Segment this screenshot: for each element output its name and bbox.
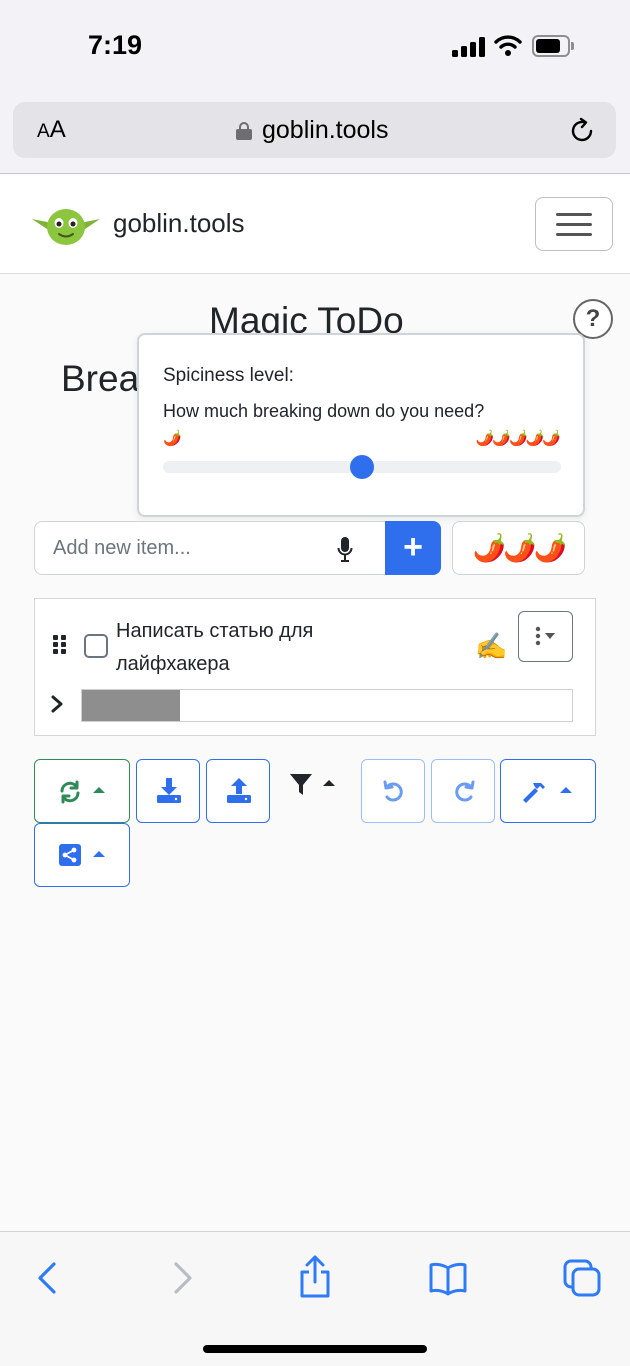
- spiciness-slider-thumb[interactable]: [350, 455, 374, 479]
- sync-icon: [60, 780, 80, 804]
- reload-icon[interactable]: [567, 116, 597, 146]
- page-subtitle: Brea: [61, 358, 140, 399]
- home-indicator: [203, 1345, 427, 1353]
- task-checkbox[interactable]: [84, 634, 108, 658]
- task-progress: [81, 689, 573, 722]
- tabs-icon[interactable]: [562, 1258, 602, 1298]
- text-size-button[interactable]: AA: [37, 116, 66, 144]
- cellular-signal-icon: [452, 37, 486, 57]
- forward-icon[interactable]: [162, 1258, 202, 1298]
- spiciness-min-label: 🌶️: [163, 430, 182, 447]
- share-sheet-icon[interactable]: [295, 1254, 335, 1300]
- status-time: 7:19: [88, 30, 143, 60]
- undo-button[interactable]: [361, 759, 425, 823]
- share-icon: [59, 844, 81, 866]
- task-text[interactable]: Написать статью для лайфхакера: [116, 615, 416, 681]
- expand-chevron-icon[interactable]: [49, 695, 65, 713]
- microphone-icon[interactable]: [337, 537, 353, 563]
- caret-up-icon: [93, 851, 105, 857]
- back-icon[interactable]: [28, 1258, 68, 1298]
- filter-dropdown-button[interactable]: [287, 771, 339, 801]
- popover-description: How much breaking down do you need?: [163, 401, 485, 421]
- undo-icon: [383, 780, 403, 802]
- lock-icon: [236, 122, 252, 140]
- upload-icon: [227, 778, 251, 803]
- address-domain[interactable]: goblin.tools: [262, 116, 388, 145]
- site-navbar: goblin.tools: [0, 175, 630, 274]
- spiciness-max-label: 🌶️🌶️🌶️🌶️🌶️: [475, 430, 561, 447]
- browser-bottom-toolbar: [0, 1231, 630, 1366]
- battery-icon: [532, 35, 574, 57]
- caret-up-icon: [560, 787, 572, 793]
- status-bar: 7:19: [0, 0, 630, 96]
- sync-dropdown-button[interactable]: [34, 759, 130, 823]
- task-emoji: ✍️: [475, 631, 508, 661]
- popover-title: Spiciness level:: [163, 365, 294, 386]
- address-bar[interactable]: AA goblin.tools: [13, 102, 616, 158]
- spiciness-popover: Spiciness level: How much breaking down …: [137, 333, 585, 517]
- caret-up-icon: [323, 780, 335, 786]
- upload-button[interactable]: [206, 759, 270, 823]
- share-dropdown-button[interactable]: [34, 823, 130, 887]
- task-options-button[interactable]: [518, 611, 573, 662]
- menu-toggle-button[interactable]: [535, 197, 613, 251]
- redo-icon: [455, 780, 475, 802]
- task-progress-fill: [82, 690, 180, 721]
- kebab-menu-icon: [535, 626, 555, 646]
- add-item-input[interactable]: [34, 521, 386, 575]
- hammer-icon: [523, 783, 545, 803]
- download-icon: [157, 778, 181, 803]
- goblin-logo-icon[interactable]: [30, 203, 102, 247]
- browser-address-area: AA goblin.tools: [0, 96, 630, 174]
- drag-handle-icon[interactable]: [53, 635, 67, 655]
- filter-icon: [290, 774, 312, 795]
- task-item: Написать статью для лайфхакера ✍️: [34, 598, 596, 736]
- spiciness-button[interactable]: 🌶️🌶️🌶️: [452, 521, 585, 575]
- bookmarks-icon[interactable]: [428, 1258, 468, 1298]
- caret-up-icon: [93, 787, 105, 793]
- redo-button[interactable]: [431, 759, 495, 823]
- add-item-button[interactable]: +: [385, 521, 441, 575]
- add-item-group: +: [34, 521, 441, 575]
- site-brand[interactable]: goblin.tools: [113, 208, 245, 239]
- wifi-icon: [494, 35, 522, 56]
- tools-dropdown-button[interactable]: [500, 759, 596, 823]
- download-button[interactable]: [136, 759, 200, 823]
